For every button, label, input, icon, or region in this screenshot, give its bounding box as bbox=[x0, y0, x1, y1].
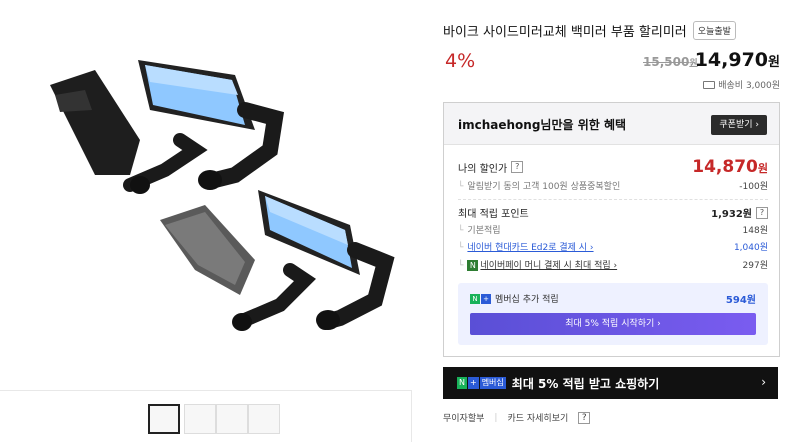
basic-label: 기본적립 bbox=[467, 226, 501, 236]
mirror-top-left bbox=[50, 60, 285, 194]
points-label: 최대 적립 포인트 bbox=[458, 209, 529, 220]
card-value: 1,040원 bbox=[733, 243, 768, 253]
membership-box: N + 멤버십 추가 적립 594원 최대 5% 적립 시작하기 › bbox=[458, 283, 768, 345]
separator: | bbox=[494, 412, 498, 423]
divider bbox=[458, 199, 768, 200]
thumbnail-strip bbox=[0, 390, 412, 442]
mirror-illustration bbox=[50, 60, 395, 331]
main-product-image[interactable] bbox=[0, 0, 412, 390]
money-value: 297원 bbox=[742, 261, 768, 271]
thumbnail-2[interactable] bbox=[184, 404, 216, 434]
my-price-label: 나의 할인가 bbox=[458, 163, 508, 175]
alert-value: -100원 bbox=[739, 182, 768, 192]
installment-label: 무이자할부 bbox=[443, 414, 485, 424]
alert-label: 알림받기 동의 고객 100원 상품중복할인 bbox=[467, 182, 621, 192]
banner-text: 최대 5% 적립 받고 쇼핑하기 bbox=[511, 376, 660, 391]
points-value: 1,932원 bbox=[711, 209, 752, 220]
benefit-header: imchaehong님만을 위한 혜택 쿠폰받기 › bbox=[444, 103, 779, 145]
question-icon[interactable]: ? bbox=[578, 411, 591, 424]
membership-label: 멤버십 추가 적립 bbox=[495, 295, 559, 305]
question-icon[interactable]: ? bbox=[756, 206, 768, 219]
membership-value: 594원 bbox=[725, 295, 756, 306]
mirror-bottom-right bbox=[160, 190, 395, 331]
coupon-button[interactable]: 쿠폰받기 › bbox=[711, 115, 767, 135]
sale-price: 14,970원 bbox=[694, 49, 780, 71]
truck-icon bbox=[703, 80, 716, 89]
my-price-row: 나의 할인가? 14,870원 bbox=[458, 157, 768, 177]
original-price: 15,500원 bbox=[643, 55, 698, 69]
money-link[interactable]: 네이버페이 머니 결제 시 최대 적립 › bbox=[480, 261, 617, 271]
money-points-row: └ N 네이버페이 머니 결제 시 최대 적립 › 297원 bbox=[458, 258, 768, 271]
my-price-value: 14,870원 bbox=[692, 157, 768, 177]
product-info-panel: 바이크 사이드미러교체 백미러 부품 할리미러 오늘출발 4% 15,500원 … bbox=[443, 0, 783, 442]
npay-icon: N bbox=[467, 260, 479, 271]
thumbnail-1[interactable] bbox=[148, 404, 180, 434]
shipping-text: 배송비 3,000원 bbox=[718, 81, 780, 91]
points-row: 최대 적립 포인트 1,932원? bbox=[458, 205, 768, 220]
benefit-box: imchaehong님만을 위한 혜택 쿠폰받기 › 나의 할인가? 14,87… bbox=[443, 102, 780, 357]
product-title: 바이크 사이드미러교체 백미러 부품 할리미러 bbox=[443, 24, 687, 40]
question-icon[interactable]: ? bbox=[511, 161, 524, 173]
shipping-info: 배송비 3,000원 bbox=[703, 78, 780, 91]
nplus-icon: N + bbox=[470, 293, 491, 304]
benefit-title: imchaehong님만을 위한 혜택 bbox=[458, 118, 627, 132]
discount-rate: 4% bbox=[445, 50, 476, 72]
membership-tag: N + 멤버십 bbox=[457, 377, 506, 389]
title-row: 바이크 사이드미러교체 백미러 부품 할리미러 오늘출발 bbox=[443, 20, 783, 40]
alert-discount-row: └ 알림받기 동의 고객 100원 상품중복할인 -100원 bbox=[458, 179, 768, 192]
product-gallery bbox=[0, 0, 412, 442]
thumbnail-4[interactable] bbox=[248, 404, 280, 434]
membership-banner[interactable]: N + 멤버십 최대 5% 적립 받고 쇼핑하기 › bbox=[443, 367, 778, 399]
installment-row: 무이자할부 | 카드 자세히보기 ? bbox=[443, 411, 591, 424]
card-detail-link[interactable]: 카드 자세히보기 bbox=[507, 411, 568, 424]
today-shipping-badge: 오늘출발 bbox=[692, 20, 736, 40]
card-points-row: └ 네이버 현대카드 Ed2로 결제 시 › 1,040원 bbox=[458, 240, 768, 253]
basic-value: 148원 bbox=[742, 226, 768, 236]
card-link[interactable]: 네이버 현대카드 Ed2로 결제 시 › bbox=[467, 243, 593, 253]
membership-start-button[interactable]: 최대 5% 적립 시작하기 › bbox=[470, 313, 756, 335]
basic-points-row: └ 기본적립 148원 bbox=[458, 223, 768, 236]
chevron-right-icon: › bbox=[761, 375, 766, 389]
thumbnail-3[interactable] bbox=[216, 404, 248, 434]
membership-row: N + 멤버십 추가 적립 594원 bbox=[470, 291, 756, 306]
